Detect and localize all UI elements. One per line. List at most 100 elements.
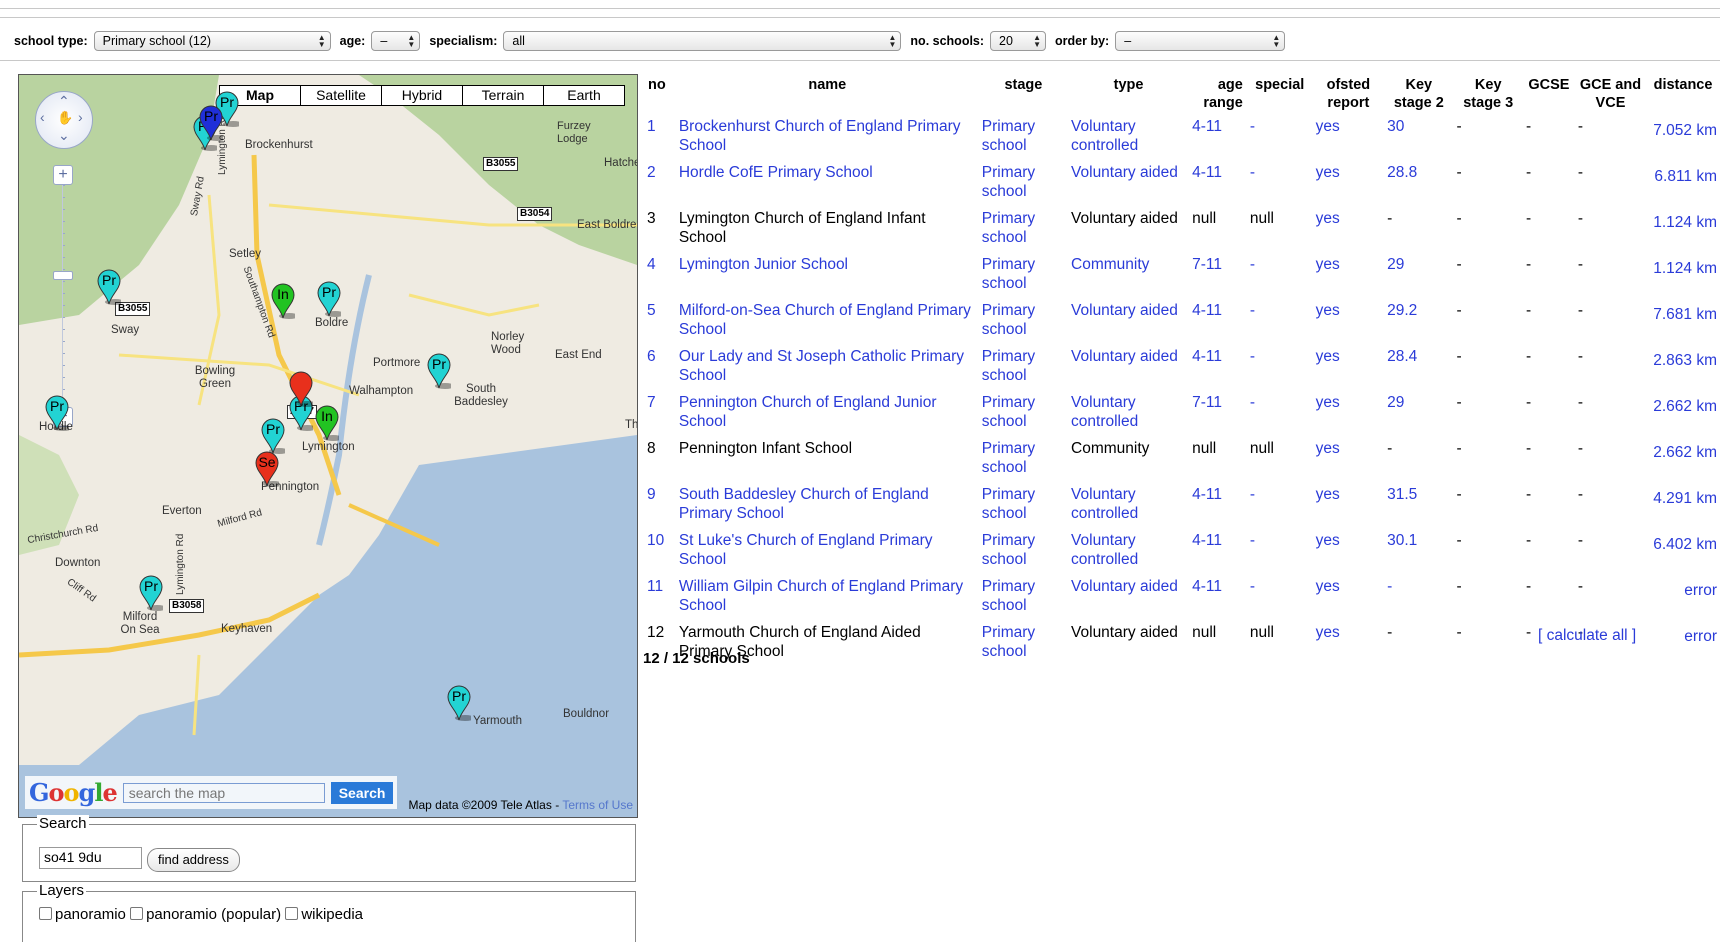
school-marker[interactable]: Pr [427, 353, 455, 389]
ks2-score[interactable]: 29.2 [1384, 302, 1453, 348]
panoramio-popular-checkbox[interactable] [130, 907, 144, 920]
ofsted-link[interactable]: yes [1313, 348, 1385, 394]
map-search-button[interactable]: Search [330, 781, 394, 804]
specialism-select[interactable]: all ▲ ▼ [503, 31, 902, 51]
col-age-range[interactable]: age range [1189, 76, 1247, 118]
find-address-button[interactable]: find address [147, 848, 240, 872]
distance-link[interactable]: error [1646, 578, 1720, 624]
row-number[interactable]: 11 [644, 578, 676, 624]
col-special[interactable]: special [1247, 76, 1313, 118]
school-stage[interactable]: Primary school [979, 440, 1068, 486]
school-type[interactable]: Voluntary controlled [1068, 118, 1189, 164]
special[interactable]: - [1247, 118, 1313, 164]
row-number[interactable]: 1 [644, 118, 676, 164]
panoramio-checkbox[interactable] [39, 907, 52, 920]
distance-link[interactable]: 6.402 km [1646, 532, 1720, 578]
age-range[interactable]: 4-11 [1189, 486, 1247, 532]
special[interactable]: - [1247, 256, 1313, 302]
distance-link[interactable]: 6.811 km [1646, 164, 1720, 210]
school-marker[interactable]: Se [255, 451, 283, 487]
terms-link[interactable]: Terms of Use [562, 798, 633, 812]
ks2-score[interactable]: 29 [1384, 394, 1453, 440]
school-marker[interactable]: Pr [199, 105, 227, 141]
school-stage[interactable]: Primary school [979, 348, 1068, 394]
school-name[interactable]: Brockenhurst Church of England Primary S… [676, 118, 979, 164]
age-range[interactable]: 4-11 [1189, 578, 1247, 624]
school-stage[interactable]: Primary school [979, 164, 1068, 210]
ofsted-link[interactable]: yes [1313, 256, 1385, 302]
pan-down-icon[interactable]: ⌄ [58, 127, 70, 144]
school-name[interactable]: William Gilpin Church of England Primary… [676, 578, 979, 624]
pan-control[interactable]: ⌃ ‹ › ⌄ ✋ [35, 91, 93, 149]
school-stage[interactable]: Primary school [979, 210, 1068, 256]
map-search-input[interactable]: search the map [122, 782, 325, 803]
distance-link[interactable]: 7.052 km [1646, 118, 1720, 164]
school-name[interactable]: Hordle CofE Primary School [676, 164, 979, 210]
distance-link[interactable]: 7.681 km [1646, 302, 1720, 348]
col-gcse[interactable]: GCSE [1523, 76, 1575, 118]
school-type[interactable]: Voluntary aided [1068, 302, 1189, 348]
map-type-earth[interactable]: Earth [543, 86, 624, 105]
distance-link[interactable]: 2.863 km [1646, 348, 1720, 394]
address-input[interactable]: so41 9du [39, 847, 142, 869]
age-select[interactable]: – ▲ ▼ [371, 31, 421, 51]
school-marker[interactable]: Pr [45, 395, 73, 431]
ofsted-link[interactable]: yes [1313, 210, 1385, 256]
special[interactable]: - [1247, 394, 1313, 440]
map-type-terrain[interactable]: Terrain [462, 86, 543, 105]
col-gce[interactable]: GCE and VCE [1575, 76, 1646, 118]
school-stage[interactable]: Primary school [979, 302, 1068, 348]
school-marker[interactable]: Pr [317, 281, 345, 317]
zoom-slider[interactable] [53, 185, 73, 407]
ks2-score[interactable]: 31.5 [1384, 486, 1453, 532]
ofsted-link[interactable]: yes [1313, 394, 1385, 440]
distance-link[interactable]: 1.124 km [1646, 256, 1720, 302]
ks2-score[interactable]: 29 [1384, 256, 1453, 302]
col-no[interactable]: no [644, 76, 676, 118]
ofsted-link[interactable]: yes [1313, 532, 1385, 578]
map-type-hybrid[interactable]: Hybrid [381, 86, 462, 105]
school-marker[interactable]: Pr [97, 269, 125, 305]
age-range[interactable]: 7-11 [1189, 394, 1247, 440]
order-by-select[interactable]: – ▲ ▼ [1115, 31, 1286, 51]
row-number[interactable]: 10 [644, 532, 676, 578]
ofsted-link[interactable]: yes [1313, 578, 1385, 624]
special[interactable]: - [1247, 164, 1313, 210]
row-number[interactable]: 9 [644, 486, 676, 532]
school-type[interactable]: Voluntary controlled [1068, 394, 1189, 440]
special[interactable]: - [1247, 302, 1313, 348]
special[interactable]: - [1247, 578, 1313, 624]
school-marker[interactable]: Pr [447, 685, 475, 721]
school-marker[interactable] [289, 371, 317, 407]
school-type[interactable]: Voluntary aided [1068, 348, 1189, 394]
ofsted-link[interactable]: yes [1313, 440, 1385, 486]
school-type[interactable]: Voluntary aided [1068, 164, 1189, 210]
special[interactable]: - [1247, 486, 1313, 532]
age-range[interactable]: 4-11 [1189, 118, 1247, 164]
school-name[interactable]: Milford-on-Sea Church of England Primary… [676, 302, 979, 348]
age-range[interactable]: 4-11 [1189, 302, 1247, 348]
col-ofsted[interactable]: ofsted report [1313, 76, 1385, 118]
age-range[interactable]: 4-11 [1189, 348, 1247, 394]
distance-link[interactable]: error [1646, 624, 1720, 670]
row-number[interactable]: 2 [644, 164, 676, 210]
distance-link[interactable]: 2.662 km [1646, 394, 1720, 440]
row-number[interactable]: 7 [644, 394, 676, 440]
col-stage[interactable]: stage [979, 76, 1068, 118]
row-number[interactable]: 5 [644, 302, 676, 348]
school-name[interactable]: Lymington Junior School [676, 256, 979, 302]
col-distance[interactable]: distance [1646, 76, 1720, 118]
ofsted-link[interactable]: yes [1313, 486, 1385, 532]
row-number[interactable]: 4 [644, 256, 676, 302]
school-type[interactable]: Voluntary controlled [1068, 486, 1189, 532]
ks2-score[interactable]: 30 [1384, 118, 1453, 164]
col-ks2[interactable]: Key stage 2 [1384, 76, 1453, 118]
school-marker[interactable]: In [315, 405, 343, 441]
wikipedia-checkbox[interactable] [285, 907, 299, 920]
ks2-score[interactable]: 30.1 [1384, 532, 1453, 578]
age-range[interactable]: 7-11 [1189, 256, 1247, 302]
school-marker[interactable]: Pr [261, 418, 289, 454]
distance-link[interactable]: 4.291 km [1646, 486, 1720, 532]
ks2-score[interactable]: 28.8 [1384, 164, 1453, 210]
distance-link[interactable]: 2.662 km [1646, 440, 1720, 486]
